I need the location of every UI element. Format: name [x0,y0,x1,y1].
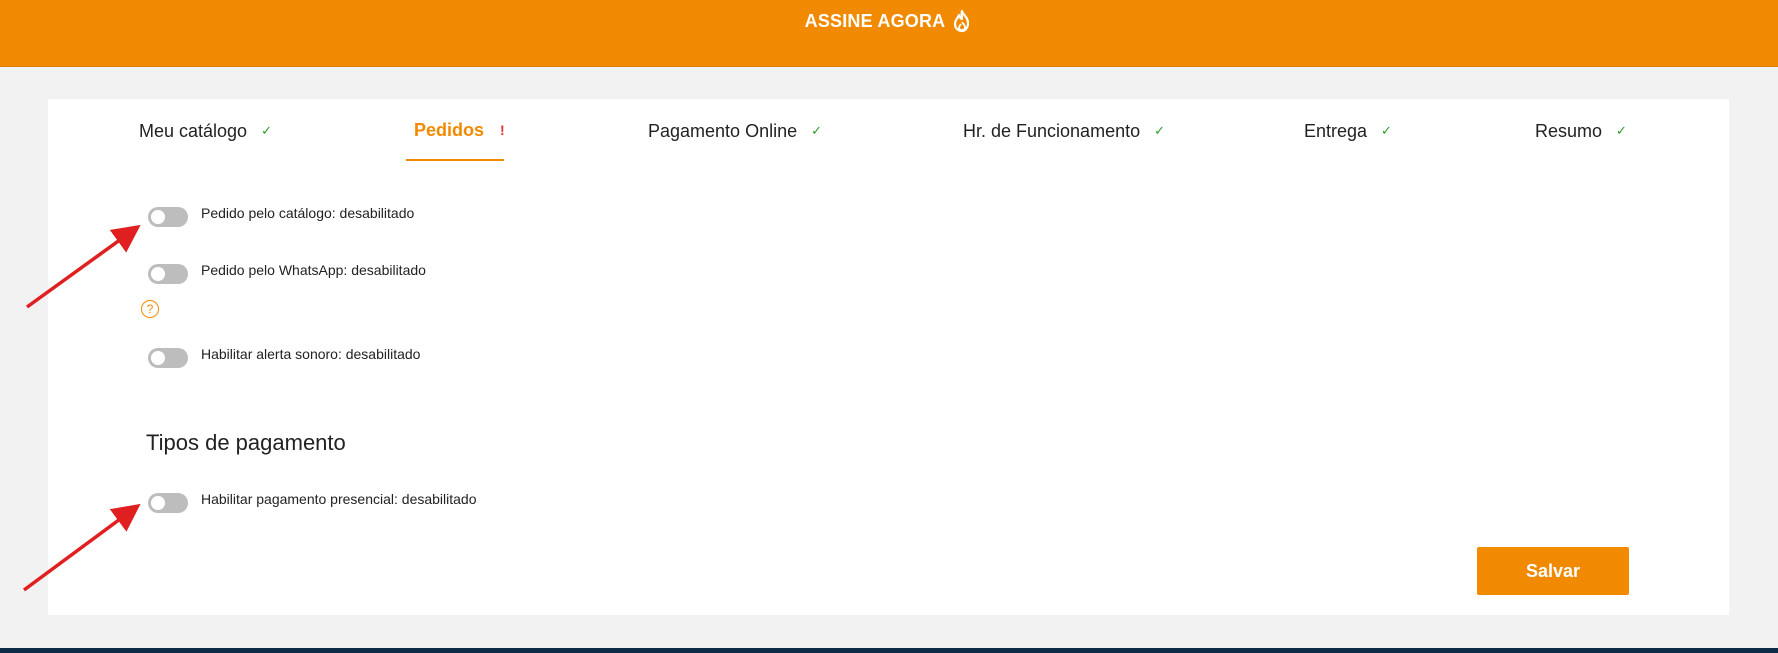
settings-card: Meu catálogo ✓ Pedidos ! Pagamento Onlin… [48,99,1729,615]
setting-label: Pedido pelo WhatsApp: desabilitado [201,262,426,278]
tab-hr-funcionamento[interactable]: Hr. de Funcionamento ✓ [963,119,1165,143]
tab-pedidos[interactable]: Pedidos ! [414,118,505,142]
check-icon: ✓ [1616,123,1627,138]
tab-label: Pedidos [414,119,485,140]
tab-label: Entrega [1304,120,1368,141]
tab-label: Meu catálogo [139,120,248,141]
setting-pagamento-presencial: Habilitar pagamento presencial: desabili… [148,491,477,514]
alerta-sonoro-toggle[interactable] [148,348,188,368]
setting-label: Habilitar pagamento presencial: desabili… [201,491,477,507]
setting-alerta-sonoro: Habilitar alerta sonoro: desabilitado [148,346,421,369]
pagamento-presencial-toggle[interactable] [148,493,188,513]
tab-label: Resumo [1535,120,1603,141]
flame-icon [954,9,970,33]
help-icon[interactable]: ? [141,300,159,318]
toggle-knob [151,210,165,224]
save-button[interactable]: Salvar [1477,547,1629,595]
setting-label: Habilitar alerta sonoro: desabilitado [201,346,421,362]
tab-meu-catalogo[interactable]: Meu catálogo ✓ [139,119,272,143]
tab-pagamento-online[interactable]: Pagamento Online ✓ [648,119,822,143]
tab-label: Hr. de Funcionamento [963,120,1141,141]
check-icon: ✓ [1381,123,1392,138]
subscribe-now-link[interactable]: ASSINE AGORA [805,9,974,33]
wizard-tabs: Meu catálogo ✓ Pedidos ! Pagamento Onlin… [48,99,1729,161]
section-title-payment-types: Tipos de pagamento [146,430,346,455]
setting-pedido-catalogo: Pedido pelo catálogo: desabilitado [148,205,415,228]
check-icon: ✓ [261,123,272,138]
active-tab-indicator [406,159,504,161]
toggle-knob [151,267,165,281]
toggle-knob [151,496,165,510]
check-icon: ✓ [811,123,823,138]
footer-bar [0,648,1778,653]
tab-entrega[interactable]: Entrega ✓ [1304,119,1392,143]
tab-resumo[interactable]: Resumo ✓ [1535,119,1627,143]
subscribe-now-label: ASSINE AGORA [804,10,946,31]
top-banner: ASSINE AGORA [0,0,1778,67]
tab-label: Pagamento Online [648,120,798,141]
alert-icon: ! [500,122,505,138]
setting-pedido-whatsapp: Pedido pelo WhatsApp: desabilitado [148,262,426,285]
setting-label: Pedido pelo catálogo: desabilitado [201,205,415,221]
check-icon: ✓ [1154,123,1166,138]
pedido-whatsapp-toggle[interactable] [148,264,188,284]
toggle-knob [151,351,165,365]
pedido-catalogo-toggle[interactable] [148,207,188,227]
